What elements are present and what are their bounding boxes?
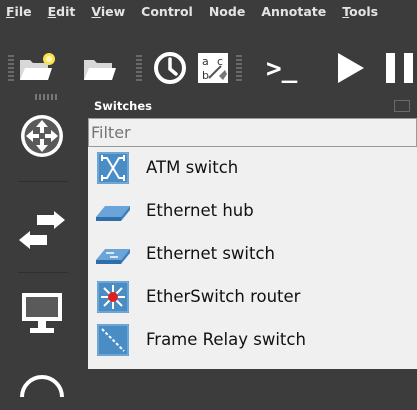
start-all-button[interactable]	[330, 48, 370, 88]
pause-icon	[382, 50, 417, 86]
suspend-all-button[interactable]	[380, 48, 417, 88]
snapshot-clock-icon	[152, 50, 188, 86]
frame-relay-switch-icon	[96, 323, 130, 357]
list-item-label: Ethernet hub	[146, 201, 254, 220]
console-icon-text: >_	[266, 54, 298, 84]
end-devices-icon	[17, 287, 67, 337]
new-project-icon	[16, 50, 56, 86]
menu-annotate-label: Annotate	[261, 4, 326, 19]
panel-title: Switches	[94, 99, 152, 113]
toolbar-grip-2[interactable]	[136, 55, 142, 81]
show-interface-labels-button[interactable]: a c b	[193, 48, 233, 88]
main-toolbar: a c b >_	[0, 22, 417, 88]
panel-float-icon[interactable]	[394, 100, 410, 112]
list-item-ethernet-hub[interactable]: Ethernet hub	[88, 190, 417, 233]
list-item-atm-switch[interactable]: ATM switch	[88, 147, 417, 190]
menu-edit[interactable]: Edit	[48, 4, 76, 19]
security-devices-icon	[17, 367, 67, 397]
menu-node[interactable]: Node	[209, 4, 245, 19]
switches-icon	[17, 210, 67, 250]
start-icon	[332, 50, 368, 86]
routers-icon	[17, 111, 67, 161]
browse-routers-button[interactable]	[14, 108, 70, 164]
menu-file-label: ile	[15, 4, 32, 19]
ethernet-hub-icon	[96, 194, 130, 228]
list-item-frame-relay-switch[interactable]: Frame Relay switch	[88, 319, 417, 362]
dock-separator-2	[18, 272, 68, 273]
toolbar-grip[interactable]	[8, 55, 14, 81]
devices-panel: Switches ATM switch Ethernet hub	[88, 88, 417, 369]
list-item-label: Ethernet switch	[146, 244, 275, 263]
etherswitch-router-icon	[96, 280, 130, 314]
menu-annotate[interactable]: Annotate	[261, 4, 326, 19]
list-item-label: EtherSwitch router	[146, 287, 300, 306]
browse-end-devices-button[interactable]	[14, 284, 70, 340]
label-icon-b: b	[202, 69, 209, 82]
atm-switch-icon	[96, 151, 130, 185]
snapshot-button[interactable]	[150, 48, 190, 88]
menu-control-label: Control	[141, 4, 193, 19]
label-icon-a: a	[202, 55, 209, 68]
console-icon: >_	[262, 50, 320, 86]
browse-security-devices-button[interactable]	[14, 354, 70, 410]
menu-tools[interactable]: Tools	[342, 4, 378, 19]
menu-tools-label: ools	[349, 4, 378, 19]
menu-control[interactable]: Control	[141, 4, 193, 19]
dock-separator	[18, 181, 68, 182]
menu-view[interactable]: View	[91, 4, 125, 19]
show-interface-labels-icon: a c b	[195, 50, 231, 86]
dock-grip[interactable]	[35, 94, 57, 100]
menu-view-mnemonic: V	[91, 4, 100, 19]
list-item-label: ATM switch	[146, 158, 238, 177]
ethernet-switch-icon	[96, 237, 130, 271]
menu-edit-label: dit	[56, 4, 75, 19]
browse-switches-button[interactable]	[14, 202, 70, 258]
device-list: ATM switch Ethernet hub Ethernet switch	[88, 147, 417, 369]
menu-file[interactable]: File	[6, 4, 32, 19]
list-item-etherswitch-router[interactable]: EtherSwitch router	[88, 276, 417, 319]
menu-bar: File Edit View Control Node Annotate Too…	[0, 0, 417, 22]
open-project-icon	[80, 50, 120, 86]
filter-input[interactable]	[88, 118, 417, 147]
list-item-ethernet-switch[interactable]: Ethernet switch	[88, 233, 417, 276]
menu-file-mnemonic: F	[6, 4, 15, 19]
open-project-button[interactable]	[80, 48, 120, 88]
menu-node-label: Node	[209, 4, 245, 19]
console-all-button[interactable]: >_	[262, 48, 320, 88]
new-project-button[interactable]	[16, 48, 56, 88]
menu-view-label: iew	[101, 4, 125, 19]
list-item-label: Frame Relay switch	[146, 330, 306, 349]
menu-edit-mnemonic: E	[48, 4, 57, 19]
toolbar-grip-3[interactable]	[236, 55, 242, 81]
device-type-dock	[0, 88, 88, 369]
